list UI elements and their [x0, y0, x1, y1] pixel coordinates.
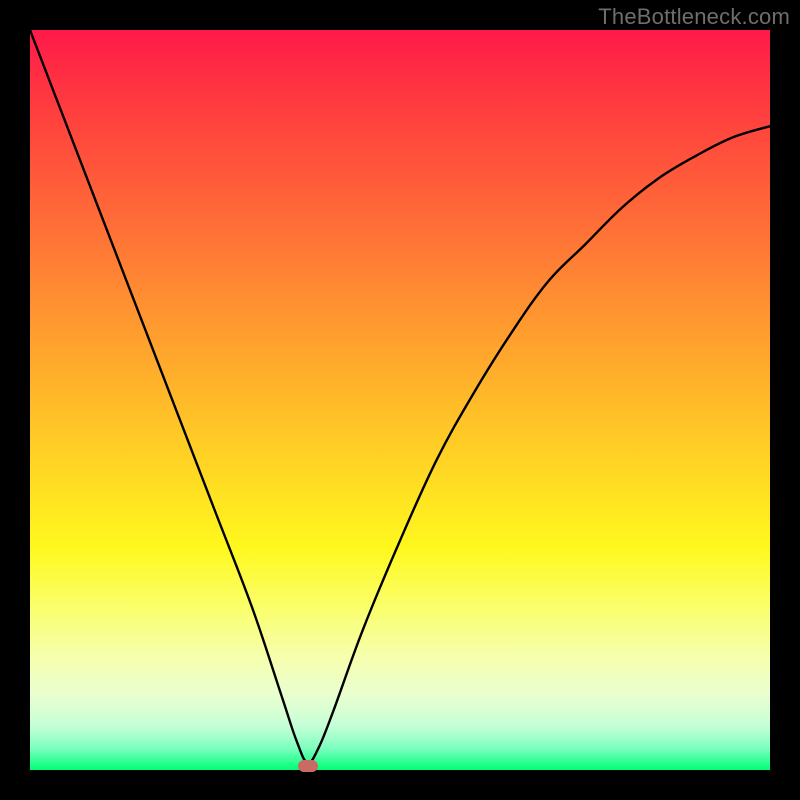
optimal-point-marker: [298, 760, 318, 772]
chart-frame: TheBottleneck.com: [0, 0, 800, 800]
bottleneck-curve: [30, 30, 770, 770]
plot-area: [30, 30, 770, 770]
watermark-text: TheBottleneck.com: [598, 4, 790, 30]
